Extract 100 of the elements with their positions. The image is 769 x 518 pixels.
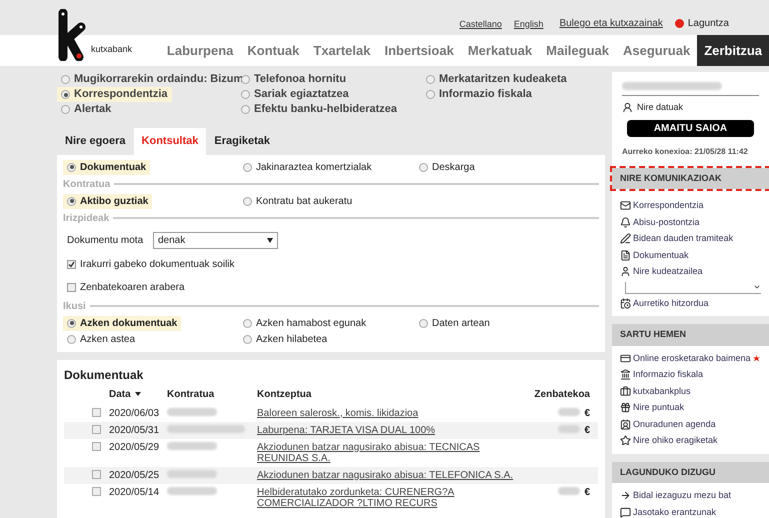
concept-link[interactable]: Baloreen salerosk., komis. likidazioa [257,408,517,418]
pen-icon [620,233,631,244]
column-header[interactable]: Data [109,386,167,402]
tab[interactable]: Nire egoera [57,128,134,154]
top-link[interactable]: Castellano [459,18,502,31]
chevron-icon [753,283,761,291]
option-label: Merkataritzen kudeaketa [439,72,567,87]
document-icon [620,250,631,261]
section-heading: Irizpideak [63,212,110,226]
radio-button[interactable] [243,318,252,328]
tab[interactable]: Eragiketak [206,128,278,154]
checkbox[interactable] [67,282,76,292]
radio-button[interactable] [61,105,70,114]
sidebar-link[interactable]: Nire puntuak [633,401,684,414]
sidebar-link[interactable]: Informazio fiskala [633,368,704,382]
option-label: Aktibo guztiak [80,194,148,208]
nav-tab[interactable]: Zerbitzua [697,35,769,66]
column-header[interactable]: Kontratua [167,386,257,402]
bell-icon [620,216,631,228]
checkbox[interactable] [92,424,101,434]
concept-link[interactable]: Akziodunen batzar nagusirako abisua: TELEFONICA S.A. [257,470,517,480]
radio-button[interactable] [241,90,250,99]
sidebar-link[interactable]: Dokumentuak [633,248,689,262]
calendar-clock-icon [620,298,631,309]
sidebar-link[interactable]: Onuradunen agenda [633,418,716,431]
radio-button[interactable] [243,162,252,172]
select-field[interactable]: denak [153,232,278,248]
checkbox[interactable] [92,486,101,496]
radio-button[interactable] [67,334,76,344]
sidebar-link[interactable]: Online erosketarako baimena [633,352,751,365]
sidebar-link[interactable]: kutxabankplus [633,384,691,398]
nav-tab[interactable]: Txartelak [306,35,378,66]
sidebar-link[interactable]: Jasotako erantzunak [633,506,716,518]
radio-button[interactable] [67,318,76,328]
radio-button[interactable] [241,75,250,84]
logout-button[interactable]: AMAITU SAIOA [627,120,754,136]
briefcase-icon [620,386,631,397]
nav-tab[interactable]: Laburpena [160,35,240,66]
option-label: Azken dokumentuak [80,316,178,330]
manager-select[interactable] [625,282,761,294]
nav-tab[interactable]: Inbertsioak [377,35,461,66]
sidebar-link[interactable]: Korrespondentzia [633,199,704,212]
sidebar-link[interactable]: Bidean dauden tramiteak [633,232,734,246]
arrow-icon [620,490,631,502]
currency-symbol: € [584,486,590,498]
concept-link[interactable]: Akziodunen batzar nagusirako abisua: TECNICAS REUNIDAS S.A. [257,442,517,464]
checkbox[interactable] [92,442,101,450]
checkbox[interactable] [92,408,101,416]
checkbox-label: Zenbatekoaren arabera [80,280,185,294]
my-data-link[interactable]: Nire datuak [637,101,684,114]
last-login-text: Aurreko konexioa: 21/05/28 11:42 [622,146,749,158]
radio-button[interactable] [241,105,250,114]
option-label: Sariak egiaztatzea [254,87,349,102]
sidebar-link[interactable]: Aurretiko hitzordua [633,296,709,310]
radio-button[interactable] [61,75,70,84]
nav-tab[interactable]: Aseguruak [616,35,698,66]
tab[interactable]: Kontsultak [134,128,206,154]
radio-button[interactable] [67,196,76,206]
option-label: Korrespondentzia [74,87,168,102]
concept-link[interactable]: Laburpena: TARJETA VISA DUAL 100% [257,424,517,436]
contact-card-icon [620,418,631,430]
radio-button[interactable] [426,90,435,99]
radio-button[interactable] [243,196,252,206]
help-link[interactable]: Laguntza [688,16,729,31]
panel-title: Dokumentuak [64,366,144,384]
field-label: Dokumentu mota [66,234,144,248]
building-icon [620,369,631,380]
radio-button[interactable] [67,162,76,172]
radio-button[interactable] [243,334,252,344]
checkbox-label: Irakurri gabeko dokumentuak soilik [80,258,235,272]
section-header: NIRE KOMUNIKAZIOAK [612,168,769,189]
column-header[interactable]: Kontzeptua [257,386,517,402]
concept-link[interactable]: Helbideratutako zordunketa: CURENERG?A COMERCIALIZADOR ?LTIMO RECURS [257,486,517,508]
radio-button[interactable] [426,75,435,84]
sidebar-link[interactable]: Nire ohiko eragiketak [633,434,718,448]
gift-icon [620,402,631,414]
blurred-text [558,408,580,416]
sidebar-link[interactable]: Nire kudeatzailea [633,265,703,278]
sidebar-link[interactable]: Abisu-postontzia [633,216,700,229]
option-label: Efektu banku-helbideratzea [254,102,398,117]
radio-button[interactable] [419,162,428,172]
option-label: Kontratu bat aukeratu [256,194,352,208]
nav-tab[interactable]: Merkatuak [460,35,540,66]
person-icon [620,266,631,278]
checkbox[interactable] [92,470,101,478]
top-link[interactable]: English [514,18,544,31]
column-header[interactable]: Zenbatekoa [517,386,598,402]
checkbox[interactable] [67,260,76,268]
option-label: Azken hilabetea [256,332,328,346]
blurred-text [167,486,217,494]
nav-tab[interactable]: Kontuak [240,35,306,66]
top-link[interactable]: Bulego eta kutxazainak [559,16,663,31]
option-label: Daten artean [432,316,490,330]
radio-button[interactable] [419,318,428,328]
radio-button[interactable] [61,90,70,99]
nav-tab[interactable]: Maileguak [539,35,616,66]
section-heading: Kontratua [63,178,110,192]
sidebar-link[interactable]: Bidal iezaguzu mezu bat [633,489,732,502]
currency-symbol: € [584,408,590,418]
section-heading: Ikusi [63,300,86,314]
